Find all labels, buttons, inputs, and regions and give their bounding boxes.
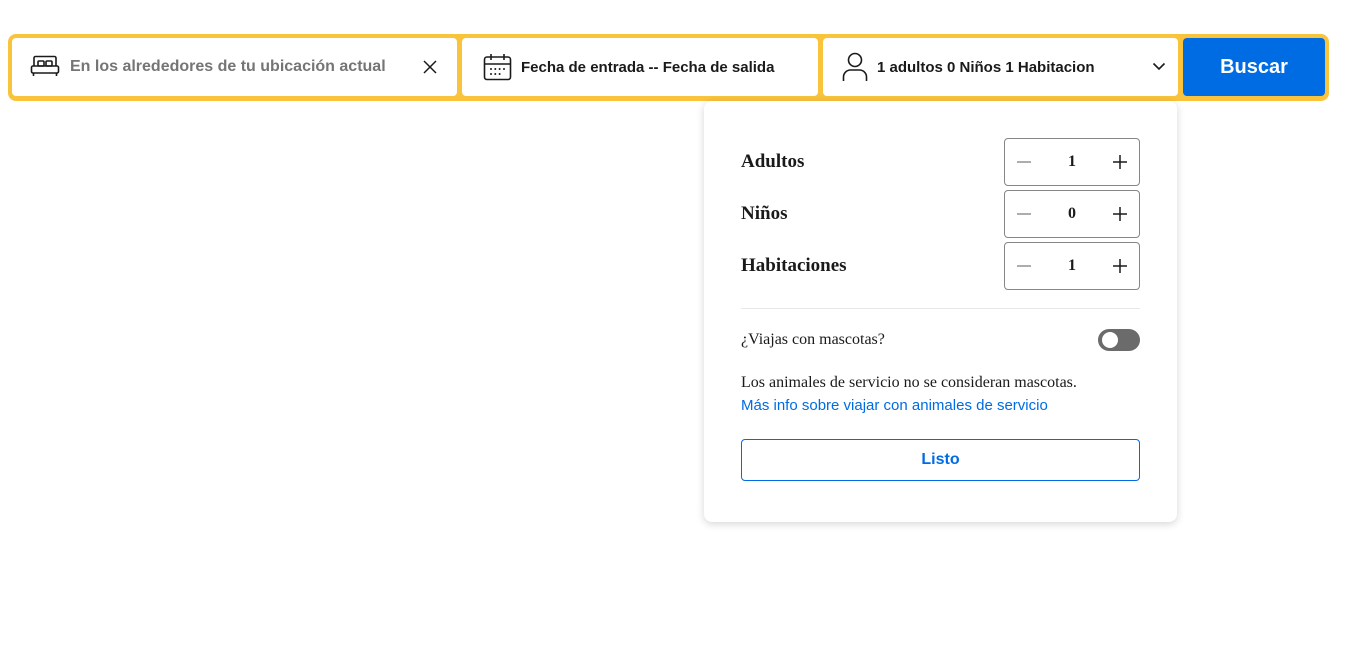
children-row: Niños 0 xyxy=(741,190,1140,238)
children-value: 0 xyxy=(1068,205,1076,222)
rooms-row: Habitaciones 1 xyxy=(741,242,1140,290)
service-animals-text: Los animales de servicio no se considera… xyxy=(741,374,1077,391)
calendar-icon xyxy=(483,53,512,81)
divider xyxy=(741,308,1140,309)
chevron-down-icon[interactable] xyxy=(1152,59,1166,73)
plus-icon[interactable] xyxy=(1111,153,1129,171)
children-label: Niños xyxy=(741,203,788,224)
rooms-label: Habitaciones xyxy=(741,255,847,276)
occupancy-label: 1 adultos 0 Niños 1 Habitacion xyxy=(877,58,1095,76)
rooms-value: 1 xyxy=(1068,257,1076,274)
person-icon xyxy=(842,52,868,82)
minus-icon[interactable] xyxy=(1015,257,1033,275)
pets-question: ¿Viajas con mascotas? xyxy=(741,331,885,348)
minus-icon[interactable] xyxy=(1015,205,1033,223)
plus-icon[interactable] xyxy=(1111,205,1129,223)
search-button[interactable]: Buscar xyxy=(1183,38,1325,96)
pets-row: ¿Viajas con mascotas? xyxy=(741,329,1140,351)
destination-field[interactable] xyxy=(12,38,457,96)
adults-row: Adultos 1 xyxy=(741,138,1140,186)
service-animals-note: Los animales de servicio no se considera… xyxy=(741,373,1140,415)
adults-value: 1 xyxy=(1068,153,1076,170)
pets-toggle[interactable] xyxy=(1098,329,1140,351)
bed-icon xyxy=(30,55,60,79)
destination-input[interactable] xyxy=(70,58,410,76)
children-stepper: 0 xyxy=(1004,190,1140,238)
plus-icon[interactable] xyxy=(1111,257,1129,275)
adults-label: Adultos xyxy=(741,151,805,172)
search-bar: Fecha de entrada -- Fecha de salida 1 ad… xyxy=(8,34,1329,101)
done-button[interactable]: Listo xyxy=(741,439,1140,481)
service-animals-link[interactable]: Más info sobre viajar con animales de se… xyxy=(741,396,1140,415)
occupancy-field[interactable]: 1 adultos 0 Niños 1 Habitacion xyxy=(823,38,1178,96)
toggle-knob xyxy=(1102,332,1118,348)
minus-icon[interactable] xyxy=(1015,153,1033,171)
adults-stepper: 1 xyxy=(1004,138,1140,186)
dates-field[interactable]: Fecha de entrada -- Fecha de salida xyxy=(462,38,818,96)
dates-label: Fecha de entrada -- Fecha de salida xyxy=(521,58,775,76)
rooms-stepper: 1 xyxy=(1004,242,1140,290)
occupancy-popover: Adultos 1 Niños 0 Habitaciones 1 ¿Viajas… xyxy=(704,101,1177,522)
close-icon[interactable] xyxy=(421,58,439,76)
